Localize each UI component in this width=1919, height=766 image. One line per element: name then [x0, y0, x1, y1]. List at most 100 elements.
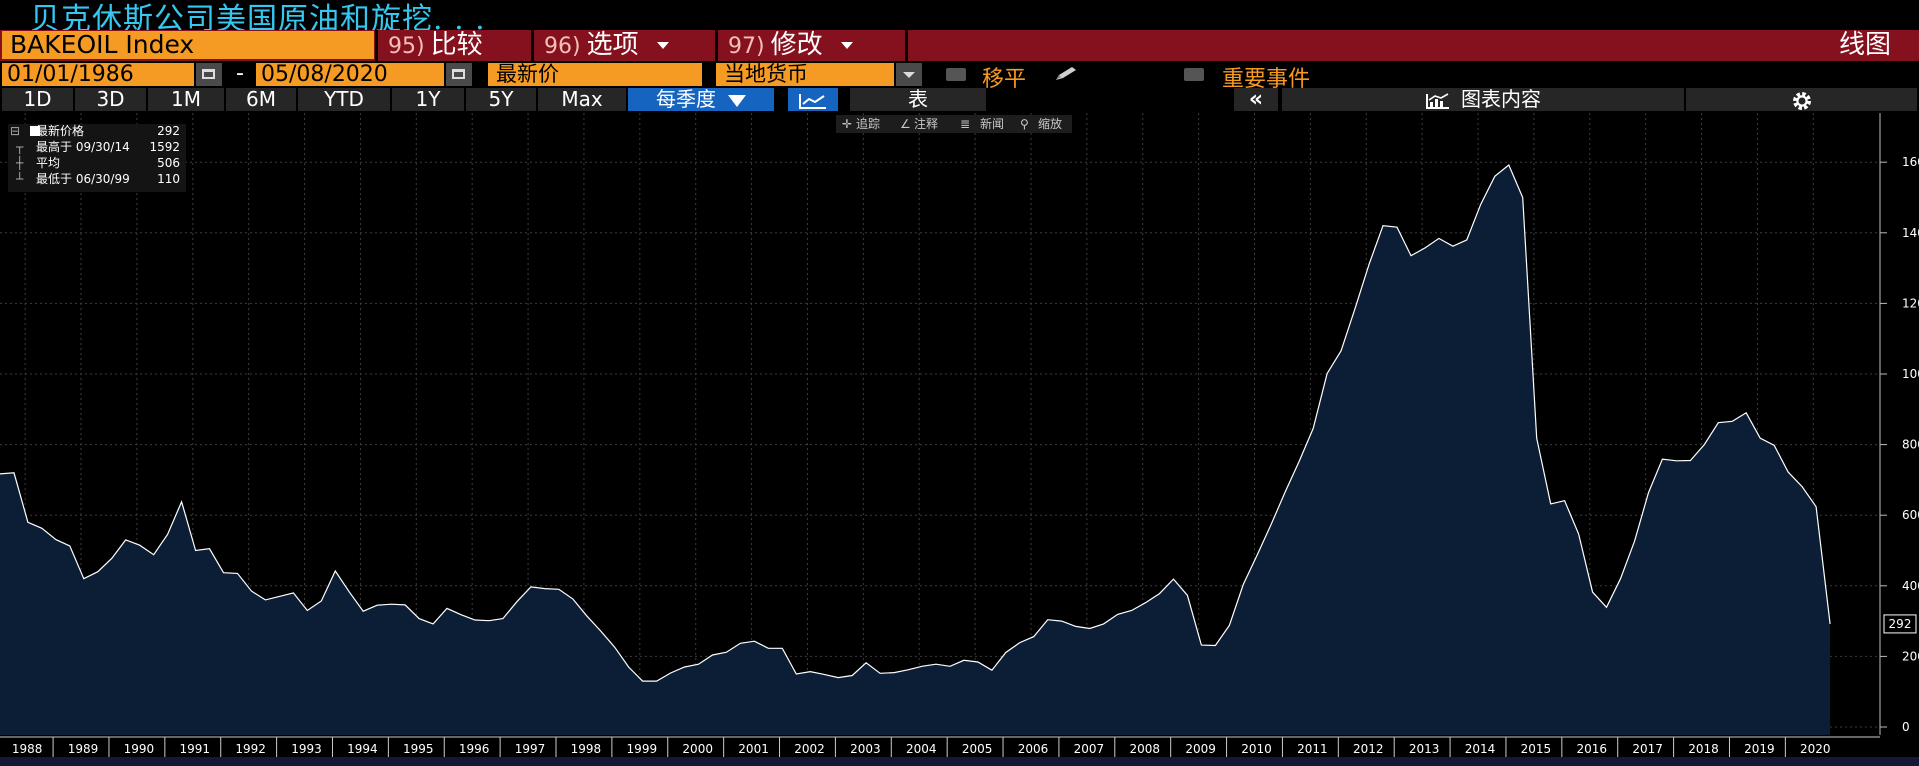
period-ytd-button[interactable]: YTD: [298, 88, 390, 111]
x-tick-label: 2012: [1353, 742, 1384, 756]
zoom-button[interactable]: 缩放: [1038, 115, 1062, 133]
high-marker-icon: ┬: [16, 140, 24, 154]
x-tick-label: 1991: [180, 742, 211, 756]
bottom-strip: [0, 757, 1919, 766]
y-tick-label: 1600: [1902, 155, 1919, 169]
chart-content-button[interactable]: 图表内容: [1282, 88, 1684, 111]
frequency-dropdown[interactable]: 每季度: [628, 88, 774, 111]
x-tick-label: 1996: [459, 742, 490, 756]
chart-type-label: 线图: [1838, 30, 1891, 60]
x-tick-label: 2010: [1241, 742, 1272, 756]
line-chart-icon: [799, 93, 826, 109]
legend-row-high: ┬ 最高于 09/30/14 1592: [8, 140, 186, 155]
annotate-button[interactable]: 注释: [914, 115, 938, 133]
compare-number: 95): [388, 34, 425, 59]
ticker-field[interactable]: BAKEOIL Index: [2, 31, 374, 59]
x-tick-label: 2007: [1074, 742, 1105, 756]
options-number: 96): [544, 34, 581, 59]
x-tick-label: 2008: [1129, 742, 1160, 756]
period-3d-button[interactable]: 3D: [75, 88, 146, 111]
x-tick-label: 1988: [12, 742, 43, 756]
calendar-icon[interactable]: [196, 63, 222, 86]
x-tick-label: 2016: [1577, 742, 1608, 756]
x-tick-label: 2015: [1521, 742, 1552, 756]
x-tick-label: 1994: [347, 742, 378, 756]
legend-last-label: 最新价格: [36, 124, 85, 138]
zoom-icon[interactable]: ⚲: [1020, 115, 1029, 133]
calendar-icon[interactable]: [446, 63, 472, 86]
x-tick-label: 2001: [738, 742, 769, 756]
settings-bar: 01/01/1986 - 05/08/2020 最新价 当地货币 移平 重要事件: [0, 61, 1919, 92]
x-tick-label: 1998: [571, 742, 602, 756]
period-6m-button[interactable]: 6M: [226, 88, 296, 111]
x-tick-label: 1990: [124, 742, 155, 756]
divider: [905, 30, 908, 61]
crosshair-icon[interactable]: ✛: [842, 115, 852, 133]
period-5y-button[interactable]: 5Y: [466, 88, 536, 111]
y-tick-label: 600: [1902, 508, 1919, 522]
chart-toolbar: ✛ 追踪 ∠ 注释 ≣ 新闻 ⚲ 缩放: [836, 115, 1072, 133]
collapse-button[interactable]: «: [1234, 88, 1278, 111]
chevron-down-icon: [840, 42, 853, 49]
compare-label: 比较: [430, 30, 483, 60]
average-marker-icon: ┼: [16, 156, 24, 170]
chart-content-label: 图表内容: [1461, 87, 1541, 111]
start-date-field[interactable]: 01/01/1986: [2, 63, 194, 86]
pencil-icon[interactable]: [1054, 66, 1080, 82]
news-icon[interactable]: ≣: [960, 115, 970, 133]
price-area-chart[interactable]: 0 200 400 600 800 1000 1200 1400 1600 1988 1989 199…: [0, 113, 1919, 766]
edit-button[interactable]: 97) 修改: [718, 31, 904, 59]
chevron-down-icon: [728, 94, 746, 107]
x-tick-label: 2006: [1018, 742, 1049, 756]
collapse-icon[interactable]: ⊟: [10, 124, 41, 139]
x-tick-label: 2005: [962, 742, 993, 756]
period-1d-button[interactable]: 1D: [2, 88, 73, 111]
x-tick-label: 2019: [1744, 742, 1775, 756]
legend-high-value: 1592: [149, 140, 180, 154]
edit-label: 修改: [770, 30, 823, 60]
security-title: 贝克休斯公司美国原油和旋挖. . .: [30, 2, 486, 37]
period-1y-button[interactable]: 1Y: [392, 88, 464, 111]
period-1m-button[interactable]: 1M: [148, 88, 224, 111]
annotate-icon[interactable]: ∠: [900, 115, 911, 133]
period-bar: 1D 3D 1M 6M YTD 1Y 5Y Max 每季度 表 « 图表内容: [0, 88, 1919, 112]
track-button[interactable]: 追踪: [856, 115, 880, 133]
news-button[interactable]: 新闻: [980, 115, 1004, 133]
y-tick-label: 800: [1902, 438, 1919, 452]
price-field-select[interactable]: 最新价: [488, 63, 702, 86]
x-tick-label: 2020: [1800, 742, 1831, 756]
table-view-button[interactable]: 表: [850, 88, 986, 111]
end-date-field[interactable]: 05/08/2020: [256, 63, 444, 86]
x-tick-label: 2000: [682, 742, 713, 756]
currency-select[interactable]: 当地货币: [716, 63, 894, 86]
options-button[interactable]: 96) 选项: [534, 31, 714, 59]
legend-low-value: 110: [157, 172, 180, 186]
x-tick-label: 1999: [627, 742, 658, 756]
divider: [531, 30, 534, 61]
options-label: 选项: [586, 30, 639, 60]
x-tick-label: 2014: [1465, 742, 1496, 756]
moving-average-checkbox[interactable]: [946, 68, 966, 81]
y-tick-label: 400: [1902, 579, 1919, 593]
legend-row-low: ┴ 最低于 06/30/99 110: [8, 172, 186, 187]
date-separator: -: [236, 61, 244, 86]
legend-row-last[interactable]: ⊟ 最新价格 292: [8, 124, 186, 139]
chevron-down-icon[interactable]: [896, 63, 922, 86]
x-tick-label: 2009: [1185, 742, 1216, 756]
x-tick-label: 2011: [1297, 742, 1328, 756]
last-value-label: 292: [1889, 617, 1912, 631]
legend-row-average: ┼ 平均 506: [8, 156, 186, 171]
x-tick-label: 2002: [794, 742, 825, 756]
y-tick-label: 200: [1902, 649, 1919, 663]
legend-last-value: 292: [157, 124, 180, 138]
compare-button[interactable]: 95) 比较: [378, 31, 530, 59]
divider: [715, 30, 718, 61]
x-tick-label: 2018: [1688, 742, 1719, 756]
line-chart-button[interactable]: [788, 88, 838, 111]
settings-button[interactable]: [1686, 88, 1917, 111]
divider: [375, 30, 378, 61]
key-events-checkbox[interactable]: [1184, 68, 1204, 81]
period-max-button[interactable]: Max: [538, 88, 626, 111]
gear-icon: [1792, 91, 1811, 110]
x-tick-label: 1989: [68, 742, 99, 756]
